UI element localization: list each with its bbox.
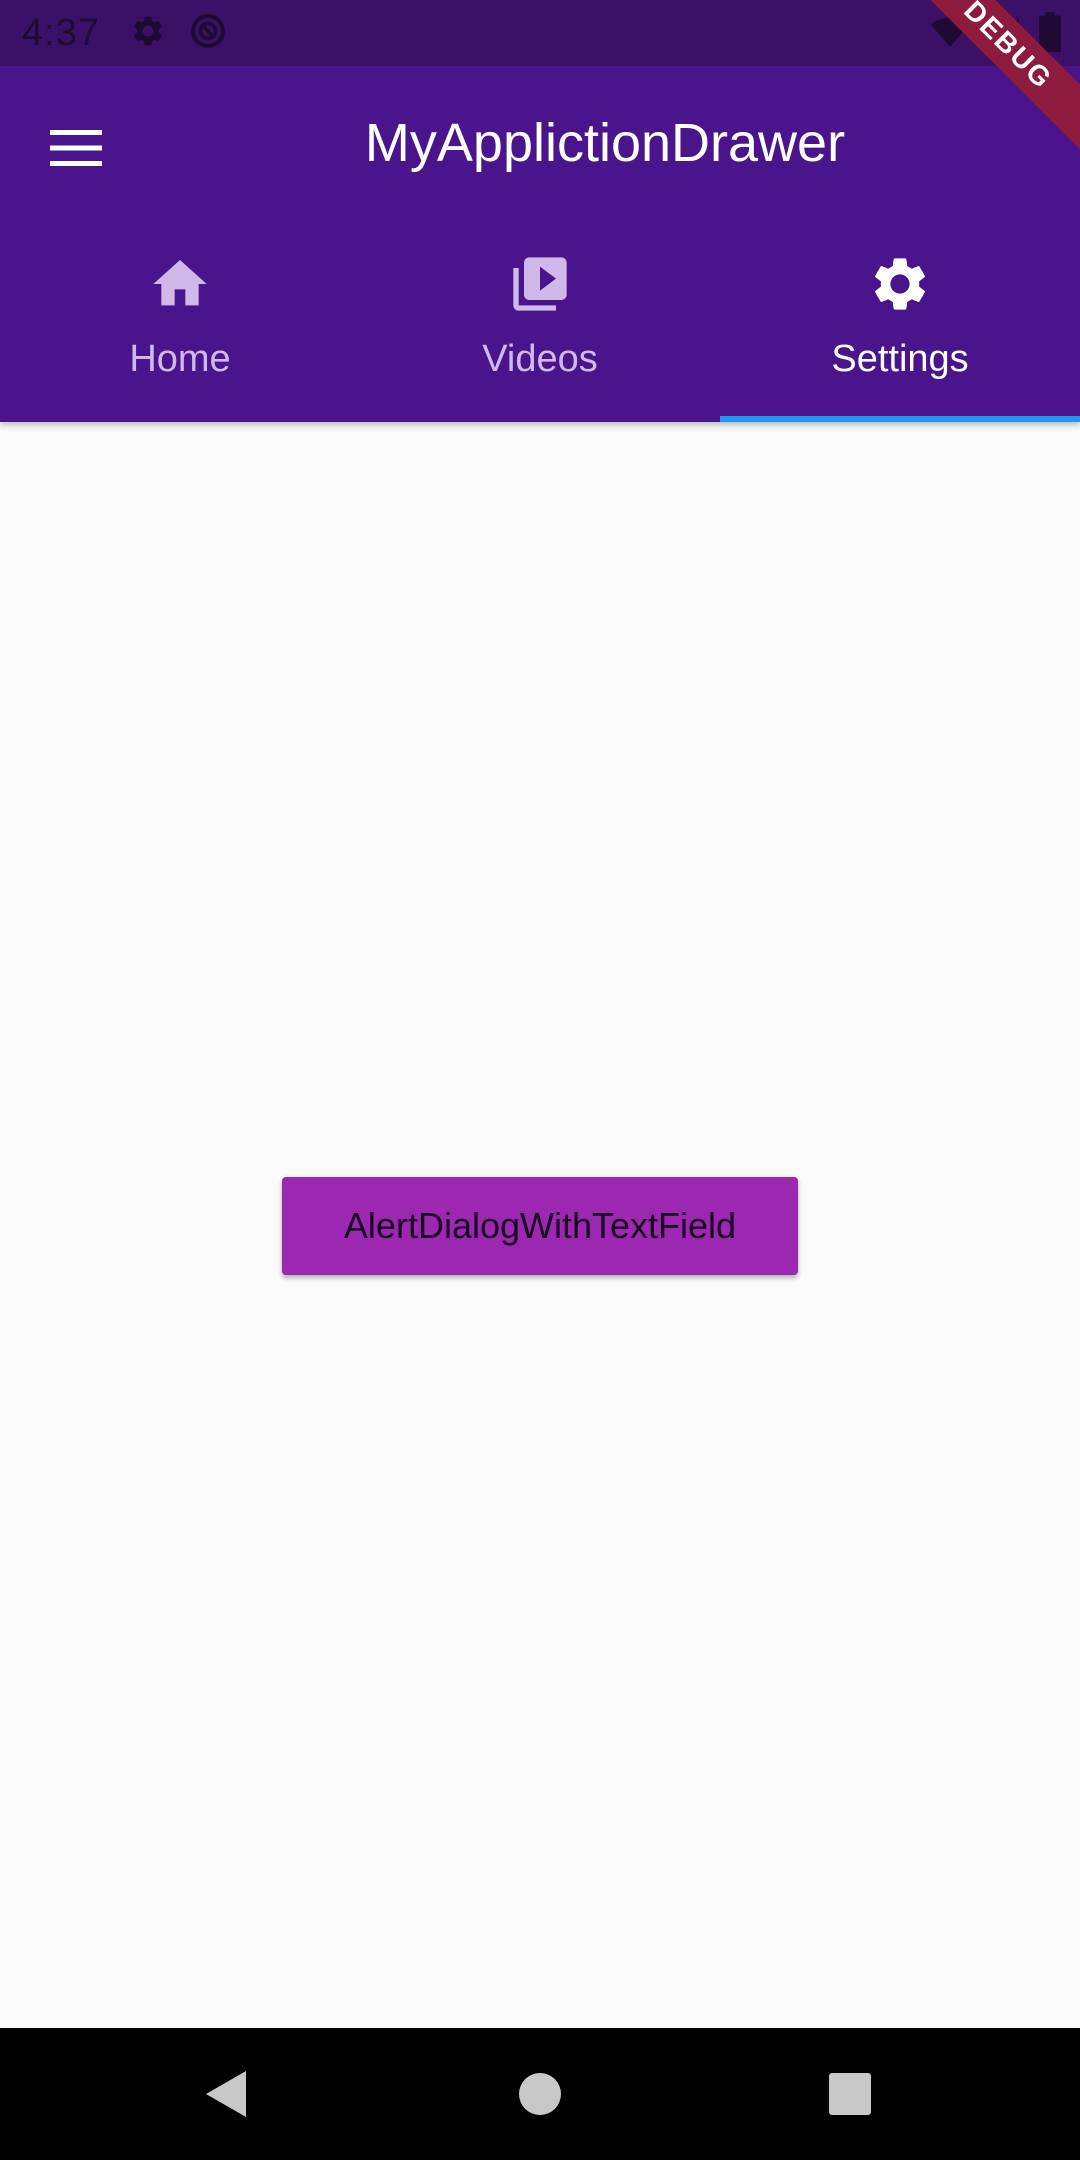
video-library-icon: [513, 257, 567, 311]
nav-recents-button[interactable]: [814, 2058, 886, 2130]
tab-label-home: Home: [129, 338, 231, 380]
sync-circle-icon: [188, 11, 228, 56]
recents-square-icon: [829, 2073, 871, 2115]
nav-back-button[interactable]: [190, 2058, 262, 2130]
tab-home[interactable]: Home: [0, 222, 360, 422]
app-bar: MyApplictionDrawer Home Videos Settings: [0, 66, 1080, 422]
home-circle-icon: [519, 2073, 561, 2115]
app-title: MyApplictionDrawer: [364, 113, 846, 173]
alert-dialog-button[interactable]: AlertDialogWithTextField: [282, 1177, 798, 1275]
toolbar: MyApplictionDrawer: [0, 66, 1080, 222]
tab-label-settings: Settings: [831, 338, 969, 380]
tab-settings[interactable]: Settings: [720, 222, 1080, 422]
status-time: 4:37: [22, 11, 100, 54]
tab-label-videos: Videos: [482, 338, 598, 380]
system-nav-bar: [0, 2028, 1080, 2160]
settings-page-content: AlertDialogWithTextField: [0, 422, 1080, 2028]
settings-gear-icon: [875, 258, 925, 310]
home-icon: [153, 260, 207, 306]
nav-home-button[interactable]: [504, 2058, 576, 2130]
tab-videos[interactable]: Videos: [360, 222, 720, 422]
status-bar: 4:37: [0, 0, 1080, 66]
status-left-icons: [130, 11, 228, 56]
gear-icon: [130, 13, 166, 54]
tab-bar: Home Videos Settings: [0, 222, 1080, 422]
back-icon: [206, 2071, 246, 2117]
screen: 4:37 MyApplictionDrawer Home Videos Sett…: [0, 0, 1080, 2160]
